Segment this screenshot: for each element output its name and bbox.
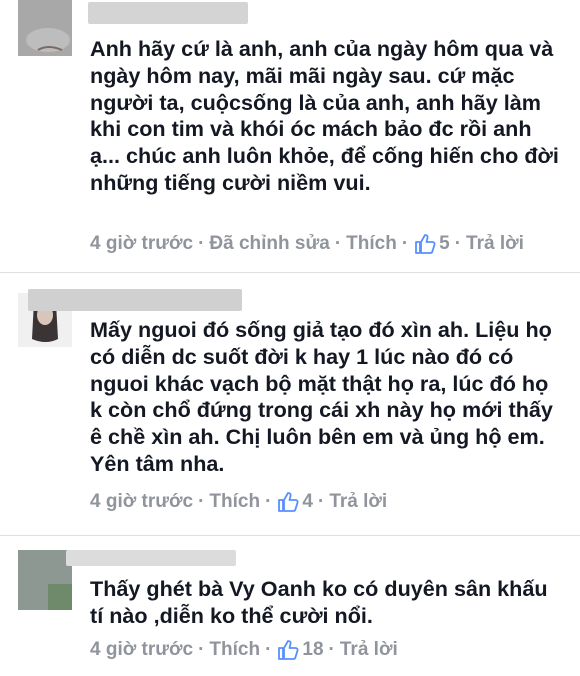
comment-meta: 4 giờ trước · Thích · 18 · Trả lời xyxy=(90,638,398,662)
thumbs-up-icon[interactable] xyxy=(277,491,299,513)
comment-meta: 4 giờ trước · Thích · 4 · Trả lời xyxy=(90,490,388,514)
comment-1: Anh hãy cứ là anh, anh của ngày hôm qua … xyxy=(0,0,580,272)
comment-text: Anh hãy cứ là anh, anh của ngày hôm qua … xyxy=(90,36,559,195)
thumbs-up-icon[interactable] xyxy=(414,233,436,255)
thumbs-up-icon[interactable] xyxy=(277,639,299,661)
commenter-avatar[interactable] xyxy=(18,0,72,56)
like-count[interactable]: 18 xyxy=(302,638,323,662)
like-button[interactable]: Thích xyxy=(209,490,260,514)
commenter-avatar[interactable] xyxy=(18,550,72,610)
comment-time[interactable]: 4 giờ trước xyxy=(90,490,193,514)
comment-time[interactable]: 4 giờ trước xyxy=(90,232,193,256)
like-button[interactable]: Thích xyxy=(209,638,260,662)
commenter-name-redacted[interactable] xyxy=(88,2,248,24)
comment-text: Mấy nguoi đó sống giả tạo đó xìn ah. Liệ… xyxy=(90,317,553,476)
reply-button[interactable]: Trả lời xyxy=(329,490,387,514)
comment-time[interactable]: 4 giờ trước xyxy=(90,638,193,662)
comment-meta: 4 giờ trước · Đã chỉnh sửa · Thích · 5 · Trả lời xyxy=(90,232,524,256)
commenter-name-redacted[interactable] xyxy=(66,550,236,566)
reply-button[interactable]: Trả lời xyxy=(340,638,398,662)
like-count[interactable]: 4 xyxy=(302,490,313,514)
edited-label[interactable]: Đã chỉnh sửa xyxy=(209,232,329,256)
like-button[interactable]: Thích xyxy=(346,232,397,256)
comment-2: Mấy nguoi đó sống giả tạo đó xìn ah. Liệ… xyxy=(0,273,580,535)
like-count[interactable]: 5 xyxy=(439,232,450,256)
comment-text: Thấy ghét bà Vy Oanh ko có duyên sân khấ… xyxy=(90,576,548,628)
avatar-image xyxy=(18,550,72,610)
avatar-image xyxy=(18,0,72,56)
commenter-name-redacted[interactable] xyxy=(28,289,242,311)
comment-3: Thấy ghét bà Vy Oanh ko có duyên sân khấ… xyxy=(0,536,580,676)
reply-button[interactable]: Trả lời xyxy=(466,232,524,256)
